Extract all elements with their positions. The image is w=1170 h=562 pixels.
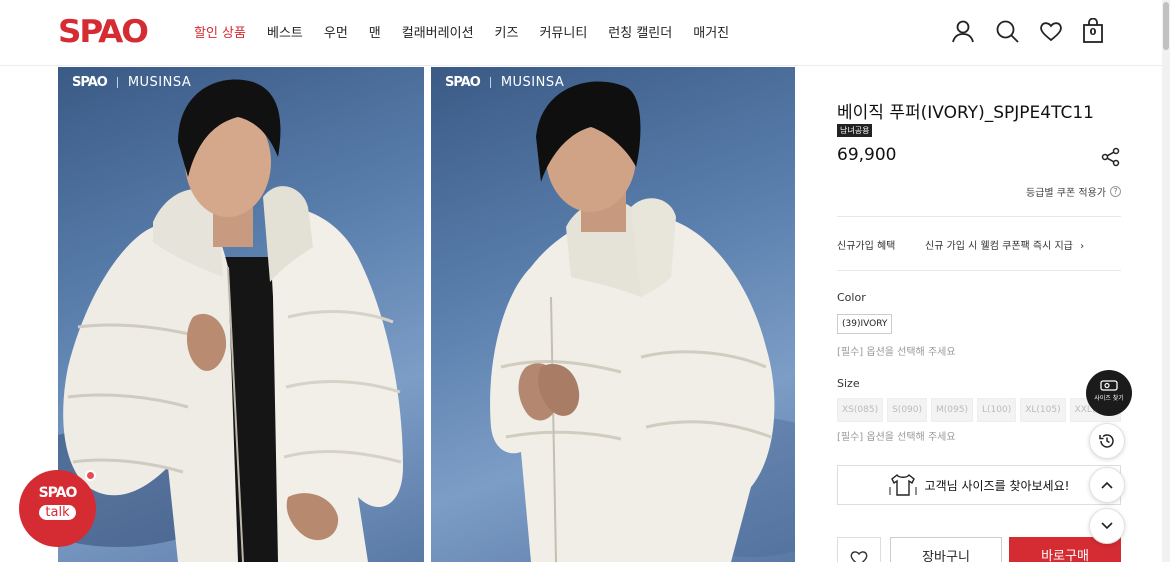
size-label: Size [837, 377, 860, 390]
shopping-bag-icon[interactable]: 0 [1082, 17, 1108, 44]
product-photo-2[interactable]: SPAO MUSINSA [431, 67, 795, 562]
color-label: Color [837, 291, 866, 304]
color-hint: [필수] 옵션을 선택해 주세요 [837, 347, 956, 358]
size-find-float-label: 사이즈 찾기 [1094, 395, 1124, 402]
benefit-link[interactable]: 신규 가입 시 웰컴 쿠폰팩 즉시 지급 › [925, 237, 1084, 252]
cart-count: 0 [1089, 27, 1097, 38]
size-option-s[interactable]: S(090) [887, 398, 928, 422]
history-icon [1099, 434, 1114, 448]
model-figure-1 [58, 79, 403, 562]
add-to-cart-button[interactable]: 장바구니 [890, 537, 1002, 562]
model-figure-2 [490, 81, 795, 562]
wishlist-button[interactable] [837, 537, 881, 562]
size-hint: [필수] 옵션을 선택해 주세요 [837, 432, 956, 443]
heart-icon[interactable] [1038, 18, 1064, 44]
nav-item-community[interactable]: 커뮤니티 [539, 22, 587, 41]
color-option-ivory[interactable]: (39)IVORY [837, 314, 893, 334]
search-icon[interactable] [994, 18, 1020, 44]
purchase-buttons: 장바구니 바로구매 [837, 537, 1121, 562]
scrollbar[interactable] [1162, 0, 1170, 562]
nav-item-kids[interactable]: 키즈 [495, 22, 519, 41]
talk-label: talk [39, 505, 76, 520]
nav-item-men[interactable]: 맨 [369, 22, 381, 41]
size-option-l[interactable]: L(100) [976, 398, 1017, 422]
photo-1-partner: MUSINSA [127, 75, 192, 90]
chevron-right-icon: › [1080, 241, 1085, 252]
product-photo-1[interactable]: SPAO MUSINSA [58, 67, 424, 562]
spao-logo[interactable]: SPAO [58, 14, 149, 50]
heart-icon [850, 551, 868, 562]
nav-item-women[interactable]: 우먼 [324, 22, 348, 41]
spao-talk-button[interactable]: SPAO talk [19, 470, 96, 547]
unisex-badge: 남녀공용 [837, 124, 873, 137]
scroll-down-button[interactable] [1089, 508, 1125, 544]
scrollbar-thumb[interactable] [1163, 2, 1169, 50]
divider [837, 216, 1121, 217]
size-option-m[interactable]: M(095) [931, 398, 973, 422]
photo-2-partner: MUSINSA [500, 75, 565, 90]
nav-item-best[interactable]: 베스트 [267, 22, 303, 41]
size-finder-button[interactable]: 고객님 사이즈를 찾아보세요! [837, 465, 1121, 505]
nav-item-sale[interactable]: 할인 상품 [194, 22, 246, 41]
size-finder-label: 고객님 사이즈를 찾아보세요! [924, 478, 1070, 493]
photo-1-brand: SPAO [72, 75, 108, 90]
main-nav: 할인 상품 베스트 우먼 맨 컬래버레이션 키즈 커뮤니티 런칭 캘린더 매거진 [194, 22, 750, 41]
product-title: 베이직 푸퍼(IVORY)_SPJPE4TC11 [837, 103, 1094, 123]
nav-item-collaboration[interactable]: 컬래버레이션 [402, 22, 474, 41]
coupon-price-link[interactable]: 등급별 쿠폰 적용가 ? [1026, 184, 1121, 199]
divider [837, 270, 1121, 271]
photo-2-brand: SPAO [445, 75, 481, 90]
tshirt-icon [889, 473, 917, 496]
photo-1-brandmark: SPAO MUSINSA [72, 75, 191, 90]
coupon-label: 등급별 쿠폰 적용가 [1026, 188, 1106, 199]
nav-item-magazine[interactable]: 매거진 [693, 22, 729, 41]
chevron-down-icon [1101, 522, 1113, 530]
size-option-xs[interactable]: XS(085) [837, 398, 884, 422]
talk-logo: SPAO [38, 485, 78, 501]
benefit-text: 신규 가입 시 웰컴 쿠폰팩 즉시 지급 [925, 241, 1073, 252]
brandmark-divider [116, 77, 118, 88]
user-icon[interactable] [950, 18, 976, 44]
size-find-float-button[interactable]: 사이즈 찾기 [1086, 370, 1132, 416]
history-button[interactable] [1089, 423, 1125, 459]
product-price: 69,900 [837, 145, 897, 165]
question-icon[interactable]: ? [1110, 186, 1121, 197]
photo-2-brandmark: SPAO MUSINSA [445, 75, 564, 90]
header-icons: 0 [932, 17, 1108, 44]
share-icon[interactable] [1101, 147, 1121, 167]
size-option-xl[interactable]: XL(105) [1020, 398, 1066, 422]
notification-dot [85, 470, 96, 481]
site-header: SPAO 할인 상품 베스트 우먼 맨 컬래버레이션 키즈 커뮤니티 런칭 캘린… [0, 0, 1170, 66]
brandmark-divider [489, 77, 491, 88]
benefit-label: 신규가입 혜택 [837, 241, 896, 252]
chevron-up-icon [1101, 481, 1113, 489]
size-find-icon [1100, 380, 1118, 391]
scroll-up-button[interactable] [1089, 467, 1125, 503]
nav-item-launch-calendar[interactable]: 런칭 캘린더 [608, 22, 672, 41]
